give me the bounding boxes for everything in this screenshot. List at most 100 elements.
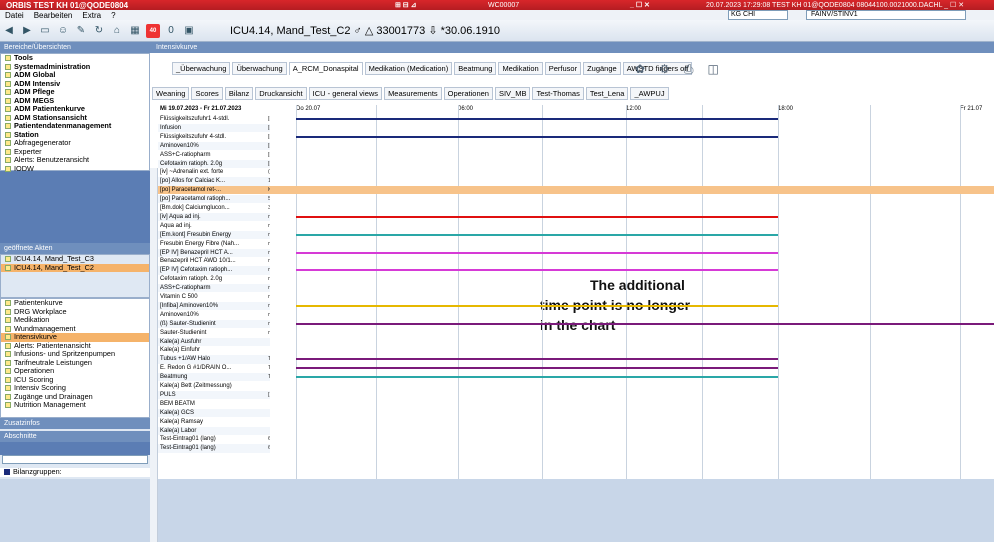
row-label[interactable]: Cefotaxim ratioph. 2.0g[ml]	[158, 159, 270, 168]
row-label[interactable]: Kale(a) Ausfuhr	[158, 337, 270, 346]
row-label[interactable]: [iv] Aqua ad inj.ml/h	[158, 212, 270, 222]
area-item[interactable]: Abfragegenerator	[1, 139, 149, 148]
row-label[interactable]: BeatmungTag 9	[158, 373, 270, 382]
grid-icon[interactable]: ▦	[128, 24, 142, 38]
area-item[interactable]: ADM MEGS	[1, 97, 149, 106]
row-label[interactable]: [EP IV] Benazepril HCT A...ml/h	[158, 248, 270, 257]
area-item[interactable]: Tools	[1, 54, 149, 63]
app-item[interactable]: Operationen	[1, 367, 149, 376]
tab[interactable]: Zugänge	[583, 62, 621, 75]
tab[interactable]: Medikation	[498, 62, 543, 75]
row-label[interactable]: Aminoven10%[ml]	[158, 141, 270, 150]
tab[interactable]: Measurements	[384, 87, 442, 100]
tab[interactable]: Test-Thomas	[532, 87, 584, 100]
tab[interactable]: Bilanz	[224, 87, 254, 100]
area-item[interactable]: ADM Intensiv	[1, 80, 149, 89]
tab[interactable]: Perfusor	[544, 62, 582, 75]
row-label[interactable]: Vitamin C 500ml/h	[158, 293, 270, 301]
app-item[interactable]: Zugänge und Drainagen	[1, 393, 149, 402]
row-label[interactable]: Flüssigkeitszufuhr1 4-stdl.[ml]	[158, 115, 270, 123]
badge-0[interactable]: 0	[164, 24, 178, 38]
area-item[interactable]: Alerts: Benutzeransicht	[1, 156, 149, 165]
row-label[interactable]: [iv] ~Adrenalin ext. forte(ml Bed.	[158, 168, 270, 176]
open-file-item[interactable]: ICU4.14, Mand_Test_C2	[1, 263, 149, 272]
row-label[interactable]: [Em.kont] Fresubin Energyml/h	[158, 230, 270, 239]
tab[interactable]: Operationen	[443, 87, 493, 100]
row-label[interactable]: BEM BEATM	[158, 400, 270, 408]
row-label[interactable]: Aminoven10%ml	[158, 311, 270, 319]
menu-help[interactable]: ?	[106, 11, 120, 20]
row-label[interactable]: Cefotaxim ratioph. 2.0gml/h	[158, 275, 270, 283]
row-label[interactable]: Benazepril HCT AWD 10/1...ml/h	[158, 257, 270, 265]
area-item[interactable]: ADM Global	[1, 71, 149, 80]
row-label[interactable]: [po] Paracetamol ratioph...5x tgl.	[158, 195, 270, 204]
tab[interactable]: Überwachung	[232, 62, 287, 75]
app-item[interactable]: Tarifneutrale Leistungen	[1, 359, 149, 368]
row-label[interactable]: Sauter-Studienintml/h	[158, 329, 270, 337]
folder-icon[interactable]: ▭	[38, 24, 52, 38]
row-label[interactable]: Kale(a) Einfuhr	[158, 346, 270, 354]
home-icon[interactable]: ⌂	[110, 24, 124, 38]
tab[interactable]: Medikation (Medication)	[364, 62, 453, 75]
app-item[interactable]: Medikation	[1, 316, 149, 325]
app-item[interactable]: Intensivkurve	[1, 333, 149, 342]
tools-icon[interactable]: ⚙	[659, 62, 670, 77]
app-item[interactable]: Nutrition Management	[1, 401, 149, 410]
area-item[interactable]: Station	[1, 131, 149, 140]
row-label[interactable]: Kale(a) GCS	[158, 408, 270, 417]
app-item[interactable]: ICU Scoring	[1, 376, 149, 385]
forward-icon[interactable]: ▶	[20, 24, 34, 38]
section-input[interactable]	[2, 455, 148, 464]
row-label[interactable]: [po] Paracetamol ret-...Kurzer	[158, 186, 270, 194]
area-item[interactable]: ADM Patientenkurve	[1, 105, 149, 114]
tab[interactable]: _AWPUJ	[630, 87, 669, 100]
row-label[interactable]: Fresubin Energy Fibre (Nah...ml/h	[158, 240, 270, 248]
row-label[interactable]: Flüssigkeitszufuhr 4-stdl.[ml]	[158, 133, 270, 141]
context-select[interactable]: KG CHI	[728, 10, 788, 20]
app-item[interactable]: DRG Workplace	[1, 308, 149, 317]
row-label[interactable]: [Infiba] Aminoven10%ml/h	[158, 301, 270, 311]
row-label[interactable]: Test-Eintrag01 (lang)6x tgl.	[158, 444, 270, 453]
row-label[interactable]: Test-Eintrag01 (lang)6x tgl.	[158, 435, 270, 443]
tab[interactable]: ICU - general views	[308, 87, 383, 100]
menu-bearbeiten[interactable]: Bearbeiten	[29, 11, 78, 20]
tab[interactable]: A_RCM_Donaspital	[288, 62, 363, 75]
tab[interactable]: SIV_MB	[494, 87, 531, 100]
settings-icon[interactable]: ✿	[635, 62, 645, 77]
menu-extra[interactable]: Extra	[77, 11, 106, 20]
edit-icon[interactable]: ✎	[74, 24, 88, 38]
app-item[interactable]: Wundmanagement	[1, 325, 149, 334]
row-label[interactable]: ASS+C-ratiopharm[ml]	[158, 151, 270, 159]
row-label[interactable]: (ß) Sauter-Studienintml/h	[158, 319, 270, 328]
refresh-icon[interactable]: ↻	[92, 24, 106, 38]
menu-datei[interactable]: Datei	[0, 11, 29, 20]
area-item[interactable]: ADM Stationsansicht	[1, 114, 149, 123]
area-item[interactable]: Systemadministration	[1, 63, 149, 72]
tab[interactable]: Weaning	[152, 87, 190, 100]
tab[interactable]: Test_Lena	[585, 87, 629, 100]
window-controls[interactable]: _ ☐ ✕	[630, 1, 650, 9]
row-label[interactable]: Kale(a) Bett (Zeitmessung)	[158, 382, 270, 390]
app-item[interactable]: Intensiv Scoring	[1, 384, 149, 393]
window-icon[interactable]: ◫	[707, 62, 718, 77]
tab[interactable]: Beatmung	[454, 62, 497, 75]
row-label[interactable]: E. Redon G #1/DRAIN O...Tag 9	[158, 364, 270, 372]
app-item[interactable]: Patientenkurve	[1, 299, 149, 308]
tab[interactable]: Scores	[191, 87, 223, 100]
tab[interactable]: _Überwachung	[172, 62, 231, 75]
row-label[interactable]: PULS[Schl/min]	[158, 390, 270, 400]
back-icon[interactable]: ◀	[2, 24, 16, 38]
row-label[interactable]: [Bm.dok] Calciumglucon...3x tgl.	[158, 204, 270, 212]
titlebar-icons[interactable]: ⊞ ⊟ ⊿	[395, 1, 417, 9]
area-item[interactable]: ADM Pflege	[1, 88, 149, 97]
app-item[interactable]: Alerts: Patientenansicht	[1, 342, 149, 351]
bilanz-item[interactable]: Bilanzgruppen:	[0, 468, 150, 477]
row-label[interactable]: Aqua ad inj.ml/h	[158, 222, 270, 230]
row-label[interactable]: ASS+C-ratiopharmmg/h	[158, 284, 270, 293]
app-item[interactable]: Infusions- und Spritzenpumpen	[1, 350, 149, 359]
print-icon[interactable]: ⎙	[684, 62, 694, 77]
row-label[interactable]: Kale(a) Ramsay	[158, 418, 270, 426]
user-icon[interactable]: ☺	[56, 24, 70, 38]
area-item[interactable]: Experter	[1, 148, 149, 157]
save-icon[interactable]: ▣	[182, 24, 196, 38]
